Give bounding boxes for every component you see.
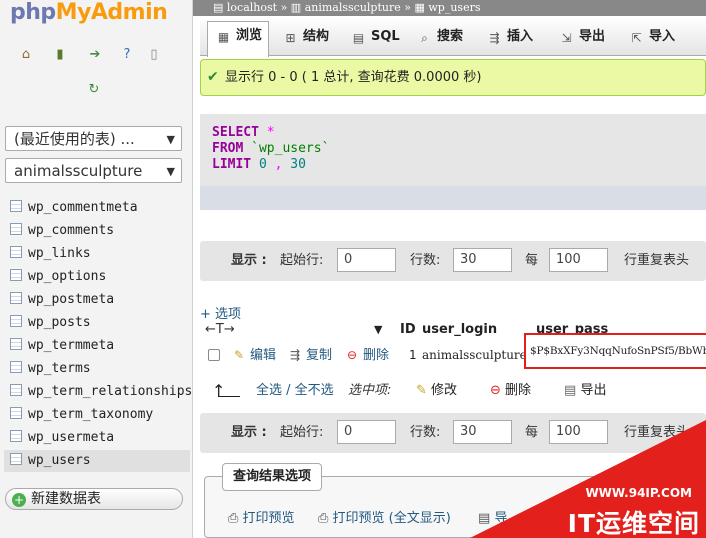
- table-item[interactable]: wp_term_taxonomy: [10, 404, 153, 426]
- delete-icon: ⊖: [346, 348, 358, 362]
- table-icon: [10, 430, 22, 442]
- table-item-selected[interactable]: wp_users: [4, 450, 190, 472]
- delete-row-button[interactable]: ⊖ 删除: [345, 342, 389, 369]
- breadcrumb-database[interactable]: animalssculpture: [305, 1, 401, 14]
- browse-icon: ▦: [217, 30, 230, 44]
- tab-search[interactable]: ⌕ 搜索: [409, 23, 475, 56]
- table-icon: [10, 315, 22, 327]
- bulk-edit-button[interactable]: ✎ 修改: [416, 378, 457, 404]
- import-icon: ⇱: [631, 31, 642, 45]
- breadcrumb-server[interactable]: localhost: [227, 1, 277, 14]
- column-resize-arrows[interactable]: ←T→: [205, 320, 235, 340]
- delete-icon: ⊖: [490, 383, 501, 398]
- printer-icon: ⎙: [318, 511, 329, 526]
- table-item[interactable]: wp_comments: [10, 220, 114, 242]
- table-icon: [10, 453, 22, 465]
- new-table-button[interactable]: + 新建数据表: [5, 488, 183, 510]
- tab-import[interactable]: ⇱ 导入: [621, 23, 687, 56]
- query-results-title: 查询结果选项: [222, 463, 323, 491]
- breadcrumb: ▤ localhost » ▥ animalssculpture » ▦ wp_…: [193, 0, 706, 16]
- table-icon: ▦: [414, 1, 425, 14]
- insert-icon: ⇶: [489, 31, 500, 45]
- export-icon: ▤: [564, 383, 577, 398]
- table-icon: [10, 384, 22, 396]
- sort-caret-icon[interactable]: ▼: [374, 320, 382, 340]
- column-header-id[interactable]: ID: [400, 320, 416, 340]
- success-message: ✔ 显示行 0 - 0 ( 1 总计, 查询花费 0.0000 秒): [200, 59, 706, 96]
- sql-query-text[interactable]: SELECT * FROM `wp_users` LIMIT 0 , 30: [212, 125, 329, 173]
- table-icon: [10, 200, 22, 212]
- table-item[interactable]: wp_links: [10, 243, 91, 265]
- tab-insert[interactable]: ⇶ 插入: [479, 23, 545, 56]
- phpmyadmin-logo[interactable]: phpMyAdmin: [10, 0, 168, 25]
- table-item[interactable]: wp_commentmeta: [10, 197, 138, 219]
- table-icon: [10, 292, 22, 304]
- breadcrumb-table[interactable]: wp_users: [428, 1, 480, 14]
- tab-export[interactable]: ⇲ 导出: [551, 23, 617, 56]
- search-icon: ⌕: [421, 31, 428, 45]
- copy-row-button[interactable]: ⇶ 复制: [288, 342, 332, 369]
- start-row-input[interactable]: 0: [337, 420, 396, 444]
- structure-icon: ⊞: [285, 31, 296, 45]
- export-icon: ⇲: [561, 31, 572, 45]
- table-item[interactable]: wp_posts: [10, 312, 91, 334]
- chevron-down-icon: ▼: [166, 133, 175, 146]
- exit-icon[interactable]: ▮: [52, 47, 68, 63]
- checkmark-icon: ✔: [207, 69, 219, 85]
- table-icon: [10, 407, 22, 419]
- table-icon: [10, 361, 22, 373]
- table-icon: [10, 246, 22, 258]
- docs-icon[interactable]: ▯: [146, 47, 162, 63]
- table-item[interactable]: wp_terms: [10, 358, 91, 380]
- cell-user-pass: $P$BxXFy3NqqNufoSnPSf5/BbWbCI: [530, 345, 706, 357]
- arrow-up-icon: ↑: [212, 381, 226, 400]
- tab-sql[interactable]: ▤ SQL: [343, 23, 403, 56]
- table-item[interactable]: wp_termmeta: [10, 335, 114, 357]
- query-window-icon[interactable]: ➔: [87, 47, 103, 63]
- server-icon: ▤: [213, 1, 224, 14]
- plus-icon: +: [12, 493, 26, 507]
- tab-bar: ▦ 浏览 ⊞ 结构 ▤ SQL ⌕ 搜索 ⇶ 插入 ⇲ 导出 ⇱ 导入: [200, 17, 706, 57]
- cell-id[interactable]: 1: [409, 342, 417, 368]
- chevron-down-icon: ▼: [166, 165, 175, 178]
- database-icon: ▥: [290, 1, 302, 14]
- print-preview-full-link[interactable]: ⎙ 打印预览 (全文显示): [318, 510, 451, 528]
- tab-structure[interactable]: ⊞ 结构: [275, 23, 337, 56]
- pagination-bar-top: 显示 : 起始行: 0 行数: 30 每 100 行重复表头: [200, 241, 706, 281]
- start-row-input[interactable]: 0: [337, 248, 396, 272]
- sql-tools-bar: [200, 186, 706, 210]
- tab-browse[interactable]: ▦ 浏览: [207, 21, 269, 57]
- print-preview-link[interactable]: ⎙ 打印预览: [228, 510, 295, 528]
- repeat-header-input[interactable]: 100: [549, 248, 608, 272]
- copy-icon: ⇶: [289, 348, 301, 362]
- help-icon[interactable]: ?: [119, 47, 135, 63]
- table-item[interactable]: wp_term_relationships: [10, 381, 193, 403]
- column-header-user-login[interactable]: user_login: [422, 320, 497, 340]
- row-checkbox[interactable]: [208, 349, 220, 361]
- pencil-icon: ✎: [416, 383, 427, 398]
- row-count-input[interactable]: 30: [453, 248, 512, 272]
- home-icon[interactable]: ⌂: [18, 47, 34, 63]
- edit-row-button[interactable]: ✎ 编辑: [232, 342, 276, 369]
- database-select[interactable]: animalssculpture ▼: [5, 158, 182, 183]
- cell-user-pass-highlight[interactable]: $P$BxXFy3NqqNufoSnPSf5/BbWbCI: [524, 333, 706, 369]
- table-item[interactable]: wp_usermeta: [10, 427, 114, 449]
- table-item[interactable]: wp_options: [10, 266, 106, 288]
- table-icon: [10, 269, 22, 281]
- table-icon: [10, 223, 22, 235]
- bulk-export-button[interactable]: ▤ 导出: [564, 378, 606, 404]
- bulk-delete-button[interactable]: ⊖ 删除: [490, 378, 531, 404]
- check-all-link[interactable]: 全选 / 全不选: [256, 378, 334, 404]
- recent-tables-select[interactable]: (最近使用的表) ... ▼: [5, 126, 182, 151]
- navigation-sidebar: phpMyAdmin ⌂ ▮ ➔ ? ▯ ↻ (最近使用的表) ... ▼ an…: [0, 0, 193, 538]
- watermark: WWW.94IP.COM IT运维空间: [470, 420, 706, 538]
- sql-icon: ▤: [352, 31, 365, 45]
- pencil-icon: ✎: [233, 348, 245, 362]
- table-icon: [10, 338, 22, 350]
- table-item[interactable]: wp_postmeta: [10, 289, 114, 311]
- bulk-actions-row: ↑ 全选 / 全不选 选中项: ✎ 修改 ⊖ 删除 ▤ 导出: [200, 378, 706, 406]
- printer-icon: ⎙: [228, 511, 239, 526]
- reload-icon[interactable]: ↻: [86, 82, 102, 98]
- cell-user-login[interactable]: animalssculpture: [422, 342, 527, 368]
